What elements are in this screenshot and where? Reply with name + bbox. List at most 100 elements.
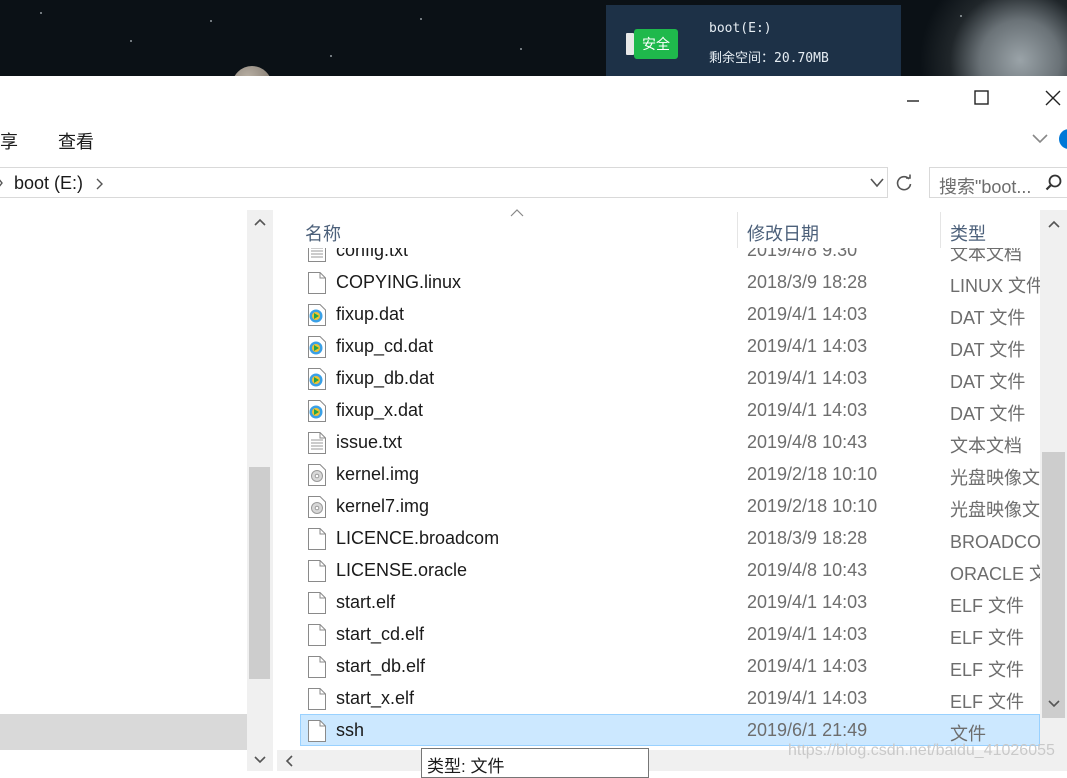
file-row[interactable]: fixup_db.dat 2019/4/1 14:03 DAT 文件 [300,362,1040,394]
maximize-button[interactable] [955,76,1009,120]
nav-scroll-thumb[interactable] [249,467,270,679]
file-name: ssh [336,720,365,740]
minimize-button[interactable] [886,76,940,120]
chevron-left-icon[interactable] [285,755,293,767]
file-row[interactable]: LICENSE.oracle 2019/4/8 10:43 ORACLE 文件 [300,554,1040,586]
file-name: LICENSE.oracle [336,560,468,580]
file-list-scrollbar[interactable] [1040,210,1067,771]
blank-file-icon [307,719,327,742]
file-name: fixup_db.dat [336,368,435,388]
nav-selected-item[interactable] [0,714,247,750]
blank-file-icon [307,687,327,710]
file-row[interactable]: start_x.elf 2019/4/1 14:03 ELF 文件 [300,682,1040,714]
file-date: 2019/4/1 14:03 [747,368,868,388]
file-type: ELF 文件 [950,660,1025,680]
column-header-name[interactable]: 名称 [300,210,737,248]
star [520,48,522,50]
chevron-up-icon [1047,220,1060,228]
nav-scroll-down-button[interactable] [247,750,272,770]
ribbon-tabs: 享 查看 [0,122,1067,158]
file-row[interactable]: fixup_cd.dat 2019/4/1 14:03 DAT 文件 [300,330,1040,362]
file-row[interactable]: config.txt 2019/4/8 9:30 文本文档 [300,248,1040,266]
tab-view[interactable]: 查看 [58,128,94,154]
column-date-label: 修改日期 [747,224,819,244]
star [130,40,132,42]
file-type: 光盘映像文件 [950,468,1040,488]
tab-share[interactable]: 享 [0,128,18,154]
file-type: DAT 文件 [950,404,1026,424]
vcd-file-icon [307,303,327,326]
file-date: 2019/4/1 14:03 [747,656,868,676]
file-type: ELF 文件 [950,628,1025,648]
column-header-date[interactable]: 修改日期 [738,210,940,248]
text-file-icon [307,431,327,454]
file-row[interactable]: start_db.elf 2019/4/1 14:03 ELF 文件 [300,650,1040,682]
navigation-pane[interactable] [0,210,247,771]
file-type: ELF 文件 [950,692,1025,712]
file-name: fixup_x.dat [336,400,424,420]
file-date: 2019/4/8 9:30 [747,248,858,260]
nav-scrollbar[interactable] [247,210,272,771]
file-type: ELF 文件 [950,596,1025,616]
close-button[interactable] [1026,76,1067,120]
column-header-type[interactable]: 类型 [941,210,1040,248]
star [40,12,42,14]
column-name-label: 名称 [305,224,341,244]
help-icon[interactable] [1059,129,1067,149]
disc-image-icon [307,463,327,486]
file-row[interactable]: COPYING.linux 2018/3/9 18:28 LINUX 文件 [300,266,1040,298]
refresh-button[interactable] [889,167,919,198]
desktop-background [0,0,1067,76]
file-name: start.elf [336,592,396,612]
list-scroll-up-button[interactable] [1040,214,1067,234]
vcd-file-icon [307,399,327,422]
file-name: kernel.img [336,464,420,484]
file-row[interactable]: LICENCE.broadcom 2018/3/9 18:28 BROADCOM 文… [300,522,1040,554]
file-date: 2019/4/8 10:43 [747,432,868,452]
file-row[interactable]: start_cd.elf 2019/4/1 14:03 ELF 文件 [300,618,1040,650]
file-type: LINUX 文件 [950,276,1040,296]
close-icon [1045,90,1061,106]
file-date: 2019/4/1 14:03 [747,592,868,612]
file-name: start_x.elf [336,688,415,708]
file-row[interactable]: fixup_x.dat 2019/4/1 14:03 DAT 文件 [300,394,1040,426]
refresh-icon [896,174,912,190]
breadcrumb-chevron-icon[interactable] [96,178,104,190]
file-name: LICENCE.broadcom [336,528,500,548]
search-input[interactable]: 搜索"boot... [929,167,1067,198]
expand-ribbon-chevron-icon[interactable] [1031,133,1049,145]
disc-image-icon [307,495,327,518]
file-date: 2019/4/1 14:03 [747,688,868,708]
breadcrumb-drive[interactable]: boot (E:) [14,173,83,194]
file-date: 2019/4/1 14:03 [747,304,868,324]
chevron-down-icon [1047,700,1060,708]
nav-scroll-up-button[interactable] [247,212,272,232]
blank-file-icon [307,271,327,294]
file-type: DAT 文件 [950,340,1026,360]
usb-drive-icon [626,33,634,55]
file-row[interactable]: fixup.dat 2019/4/1 14:03 DAT 文件 [300,298,1040,330]
file-name: fixup.dat [336,304,405,324]
address-history-dropdown-icon[interactable] [870,178,884,188]
file-type: DAT 文件 [950,308,1026,328]
maximize-icon [974,90,989,105]
file-date: 2018/3/9 18:28 [747,272,868,292]
blank-file-icon [307,559,327,582]
breadcrumb-chevron-icon [0,179,3,187]
notification-free-space: 剩余空间：20.70MB [709,51,829,66]
file-name: start_db.elf [336,656,426,676]
file-date: 2018/3/9 18:28 [747,528,868,548]
file-row[interactable]: kernel7.img 2019/2/18 10:10 光盘映像文件 [300,490,1040,522]
file-row[interactable]: kernel.img 2019/2/18 10:10 光盘映像文件 [300,458,1040,490]
list-scroll-down-button[interactable] [1040,694,1067,714]
vcd-file-icon [307,367,327,390]
pane-divider[interactable] [272,210,273,771]
file-row[interactable]: start.elf 2019/4/1 14:03 ELF 文件 [300,586,1040,618]
planet-image [232,66,272,76]
file-date: 2019/2/18 10:10 [747,464,878,484]
file-type: DAT 文件 [950,372,1026,392]
file-row[interactable]: issue.txt 2019/4/8 10:43 文本文档 [300,426,1040,458]
list-scroll-thumb[interactable] [1042,452,1065,718]
address-bar[interactable]: boot (E:) [0,167,888,198]
search-icon[interactable] [1045,174,1063,192]
